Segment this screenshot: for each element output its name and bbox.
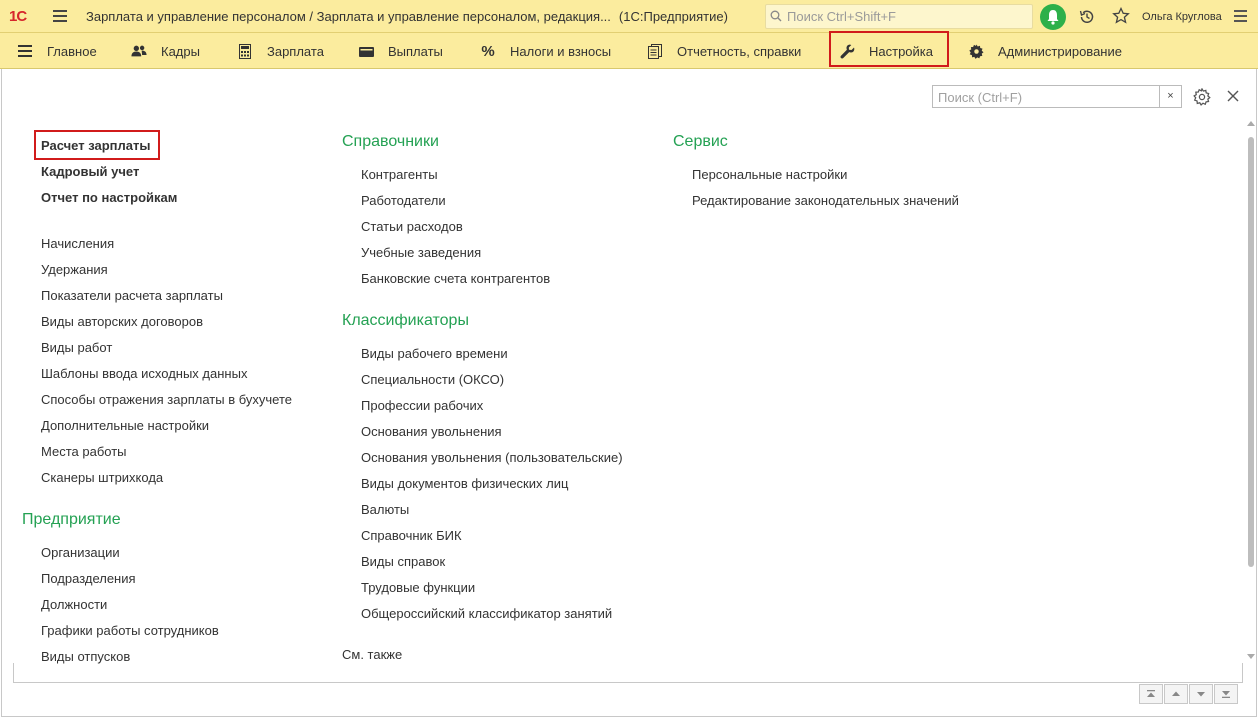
link-vacation-types[interactable]: Виды отпусков	[41, 649, 130, 664]
chevron-down-icon	[1197, 692, 1205, 697]
chevron-up-icon	[1172, 691, 1180, 696]
link-specialties-okso[interactable]: Специальности (ОКСО)	[361, 372, 504, 387]
section-label: Кадры	[161, 43, 200, 59]
platform-label: (1С:Предприятие)	[618, 9, 728, 24]
section-label: Отчетность, справки	[677, 43, 802, 59]
close-icon[interactable]	[1227, 90, 1239, 102]
link-input-templates[interactable]: Шаблоны ввода исходных данных	[41, 366, 247, 381]
section-reports[interactable]: Отчетность, справки	[647, 33, 801, 69]
search-icon	[770, 10, 782, 22]
section-administration[interactable]: Администрирование	[968, 33, 1122, 69]
group-enterprise-heading: Предприятие	[22, 511, 121, 528]
link-accruals[interactable]: Начисления	[41, 236, 114, 251]
section-label: Выплаты	[388, 43, 443, 59]
nav-last-button[interactable]	[1214, 684, 1238, 704]
window-title-text: Зарплата и управление персоналом / Зарпл…	[86, 9, 611, 24]
link-id-document-types[interactable]: Виды документов физических лиц	[361, 476, 568, 491]
vertical-scrollbar[interactable]	[1246, 117, 1256, 663]
link-organizations[interactable]: Организации	[41, 545, 120, 560]
section-label: Зарплата	[267, 43, 324, 59]
find-input[interactable]: Поиск (Ctrl+F) ×	[932, 85, 1182, 108]
sections-panel: Главное Кадры Зарплата Выплаты % Налоги …	[0, 31, 1258, 69]
notifications-button[interactable]	[1040, 4, 1066, 30]
link-dismissal-grounds[interactable]: Основания увольнения	[361, 424, 502, 439]
link-deductions[interactable]: Удержания	[41, 262, 108, 277]
link-personal-settings[interactable]: Персональные настройки	[692, 167, 847, 182]
link-bik-directory[interactable]: Справочник БИК	[361, 528, 462, 543]
calculator-icon	[237, 43, 253, 59]
hamburger-icon	[17, 43, 33, 59]
link-settings-report[interactable]: Отчет по настройкам	[41, 190, 177, 205]
main-menu-icon[interactable]	[53, 10, 67, 22]
section-salary[interactable]: Зарплата	[237, 33, 324, 69]
global-search-placeholder: Поиск Ctrl+Shift+F	[787, 9, 896, 24]
link-salary-calculation[interactable]: Расчет зарплаты	[41, 138, 150, 153]
link-labor-functions[interactable]: Трудовые функции	[361, 580, 475, 595]
section-label: Администрирование	[998, 43, 1122, 59]
double-down-icon	[1222, 691, 1230, 698]
section-label: Налоги и взносы	[510, 43, 612, 59]
scroll-thumb[interactable]	[1248, 137, 1254, 567]
section-settings[interactable]: Настройка	[829, 31, 949, 69]
documents-icon	[647, 43, 663, 59]
nav-prev-button[interactable]	[1164, 684, 1188, 704]
section-hr[interactable]: Кадры	[131, 33, 200, 69]
section-taxes[interactable]: % Налоги и взносы	[480, 33, 611, 69]
link-counterparties[interactable]: Контрагенты	[361, 167, 438, 182]
link-counterparty-bank-accounts[interactable]: Банковские счета контрагентов	[361, 271, 550, 286]
global-search-input[interactable]: Поиск Ctrl+Shift+F	[765, 4, 1033, 29]
section-main[interactable]: Главное	[17, 33, 97, 69]
link-additional-settings[interactable]: Дополнительные настройки	[41, 418, 209, 433]
favorites-star-icon[interactable]	[1112, 7, 1130, 25]
settings-menu-icon[interactable]	[1234, 10, 1247, 25]
link-worker-professions[interactable]: Профессии рабочих	[361, 398, 483, 413]
bell-icon	[1047, 10, 1059, 25]
link-dismissal-grounds-custom[interactable]: Основания увольнения (пользовательские)	[361, 450, 623, 465]
link-workplaces[interactable]: Места работы	[41, 444, 127, 459]
section-highlight-frame	[829, 31, 949, 67]
wallet-icon	[358, 43, 374, 59]
window-title: Зарплата и управление персоналом / Зарпл…	[86, 9, 728, 24]
current-user[interactable]: Ольга Круглова	[1142, 11, 1222, 23]
link-author-contract-types[interactable]: Виды авторских договоров	[41, 314, 203, 329]
group-service-heading: Сервис	[673, 133, 728, 150]
link-departments[interactable]: Подразделения	[41, 571, 136, 586]
link-edit-legislative-values[interactable]: Редактирование законодательных значений	[692, 193, 959, 208]
link-see-also[interactable]: См. также	[342, 647, 402, 662]
link-employers[interactable]: Работодатели	[361, 193, 446, 208]
link-positions[interactable]: Должности	[41, 597, 107, 612]
people-icon	[131, 43, 147, 59]
link-educational-institutions[interactable]: Учебные заведения	[361, 245, 481, 260]
form-settings-gear-icon[interactable]	[1193, 88, 1211, 106]
nav-next-button[interactable]	[1189, 684, 1213, 704]
scroll-up-icon[interactable]	[1247, 121, 1255, 126]
gear-icon	[968, 43, 984, 59]
link-salary-indicators[interactable]: Показатели расчета зарплаты	[41, 288, 223, 303]
double-up-icon	[1147, 690, 1155, 697]
section-payments[interactable]: Выплаты	[358, 33, 443, 69]
message-nav-buttons	[1139, 684, 1239, 704]
section-label: Главное	[47, 43, 97, 59]
title-bar: 1С Зарплата и управление персоналом / За…	[0, 0, 1258, 33]
history-icon[interactable]	[1078, 8, 1096, 26]
find-placeholder: Поиск (Ctrl+F)	[938, 90, 1023, 105]
percent-icon: %	[481, 42, 495, 60]
link-expense-items[interactable]: Статьи расходов	[361, 219, 463, 234]
link-occupations-classifier[interactable]: Общероссийский классификатор занятий	[361, 606, 612, 621]
link-salary-accounting-methods[interactable]: Способы отражения зарплаты в бухучете	[41, 392, 292, 407]
link-hr-accounting[interactable]: Кадровый учет	[41, 164, 139, 179]
messages-area	[13, 663, 1243, 683]
link-barcode-scanners[interactable]: Сканеры штрихкода	[41, 470, 163, 485]
link-work-types[interactable]: Виды работ	[41, 340, 112, 355]
link-working-time-types[interactable]: Виды рабочего времени	[361, 346, 508, 361]
group-classifiers-heading: Классификаторы	[342, 312, 469, 329]
link-certificate-types[interactable]: Виды справок	[361, 554, 445, 569]
clear-find-button[interactable]: ×	[1159, 86, 1181, 107]
link-work-schedules[interactable]: Графики работы сотрудников	[41, 623, 219, 638]
app-logo: 1С	[9, 8, 27, 25]
group-directories-heading: Справочники	[342, 133, 439, 150]
link-currencies[interactable]: Валюты	[361, 502, 409, 517]
nav-first-button[interactable]	[1139, 684, 1163, 704]
scroll-down-icon[interactable]	[1247, 654, 1255, 659]
